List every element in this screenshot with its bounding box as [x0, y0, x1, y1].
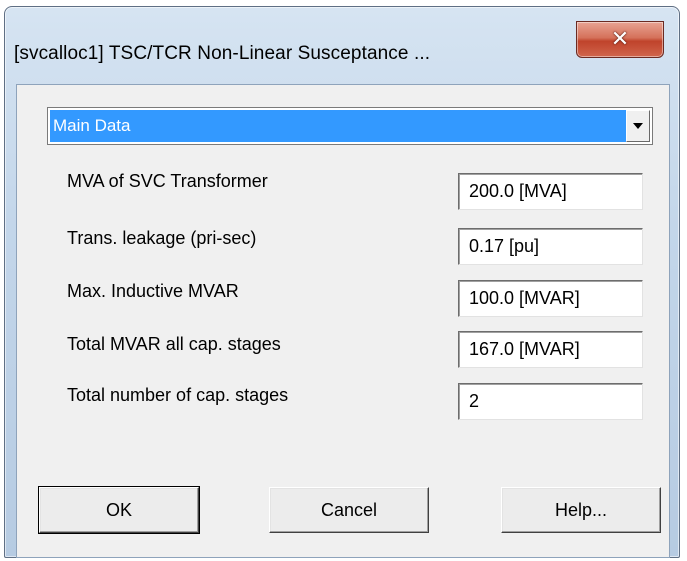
- help-button[interactable]: Help...: [501, 487, 661, 533]
- trans-leakage-label: Trans. leakage (pri-sec): [67, 228, 257, 248]
- number-cap-stages-label: Total number of cap. stages: [67, 385, 289, 405]
- section-dropdown[interactable]: Main Data: [47, 107, 653, 145]
- section-dropdown-value: Main Data: [50, 110, 626, 142]
- max-inductive-mvar-field[interactable]: 100.0 [MVAR]: [458, 280, 643, 317]
- mva-transformer-field[interactable]: 200.0 [MVA]: [458, 173, 643, 210]
- max-inductive-mvar-label: Max. Inductive MVAR: [67, 281, 239, 301]
- dropdown-arrow-button[interactable]: [626, 110, 650, 142]
- dialog-body: Main Data MVA of SVC Transformer 200.0 […: [16, 84, 670, 558]
- chevron-down-icon: [633, 123, 643, 129]
- cancel-button[interactable]: Cancel: [269, 487, 429, 533]
- number-cap-stages-field[interactable]: 2: [458, 383, 643, 420]
- title-bar[interactable]: [svcalloc1] TSC/TCR Non-Linear Susceptan…: [5, 7, 679, 83]
- dialog-window: [svcalloc1] TSC/TCR Non-Linear Susceptan…: [4, 6, 680, 558]
- close-icon: ✕: [610, 26, 630, 52]
- total-mvar-cap-stages-label: Total MVAR all cap. stages: [67, 334, 281, 354]
- window-title: [svcalloc1] TSC/TCR Non-Linear Susceptan…: [14, 43, 431, 64]
- close-button[interactable]: ✕: [576, 21, 664, 58]
- total-mvar-cap-stages-field[interactable]: 167.0 [MVAR]: [458, 331, 643, 368]
- trans-leakage-field[interactable]: 0.17 [pu]: [458, 228, 643, 265]
- mva-transformer-label: MVA of SVC Transformer: [67, 171, 268, 191]
- ok-button[interactable]: OK: [38, 486, 200, 534]
